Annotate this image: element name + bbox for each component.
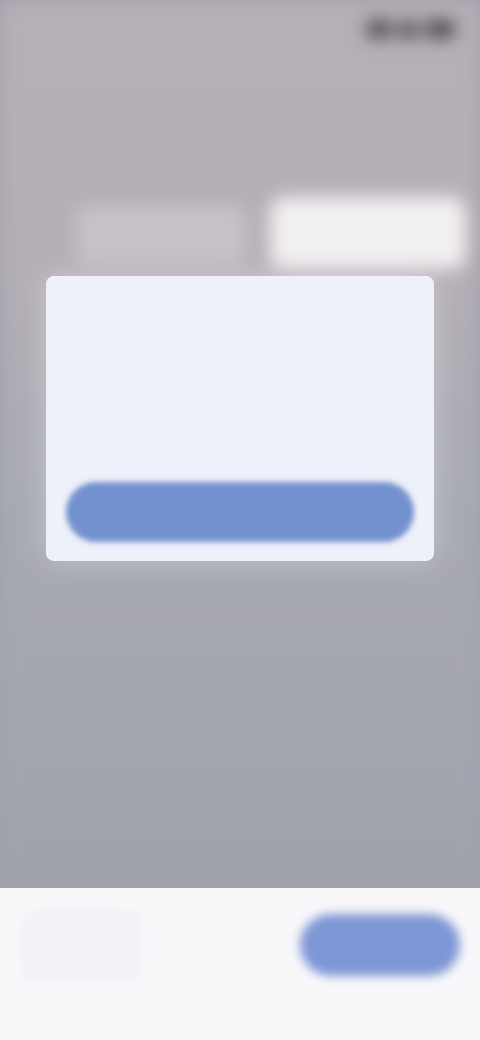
modal-dialog — [46, 276, 434, 561]
bottom-bar — [0, 888, 480, 1040]
option-row — [24, 197, 466, 269]
next-button[interactable] — [300, 914, 460, 976]
signal-icon — [368, 22, 390, 36]
back-button[interactable] — [22, 910, 142, 982]
status-bar — [0, 0, 480, 60]
dialog-confirm-button[interactable] — [66, 482, 414, 542]
battery-icon — [426, 22, 454, 36]
option-second[interactable] — [270, 197, 466, 269]
status-icons — [368, 22, 454, 36]
wifi-icon — [398, 22, 418, 36]
option-first[interactable] — [76, 205, 246, 265]
